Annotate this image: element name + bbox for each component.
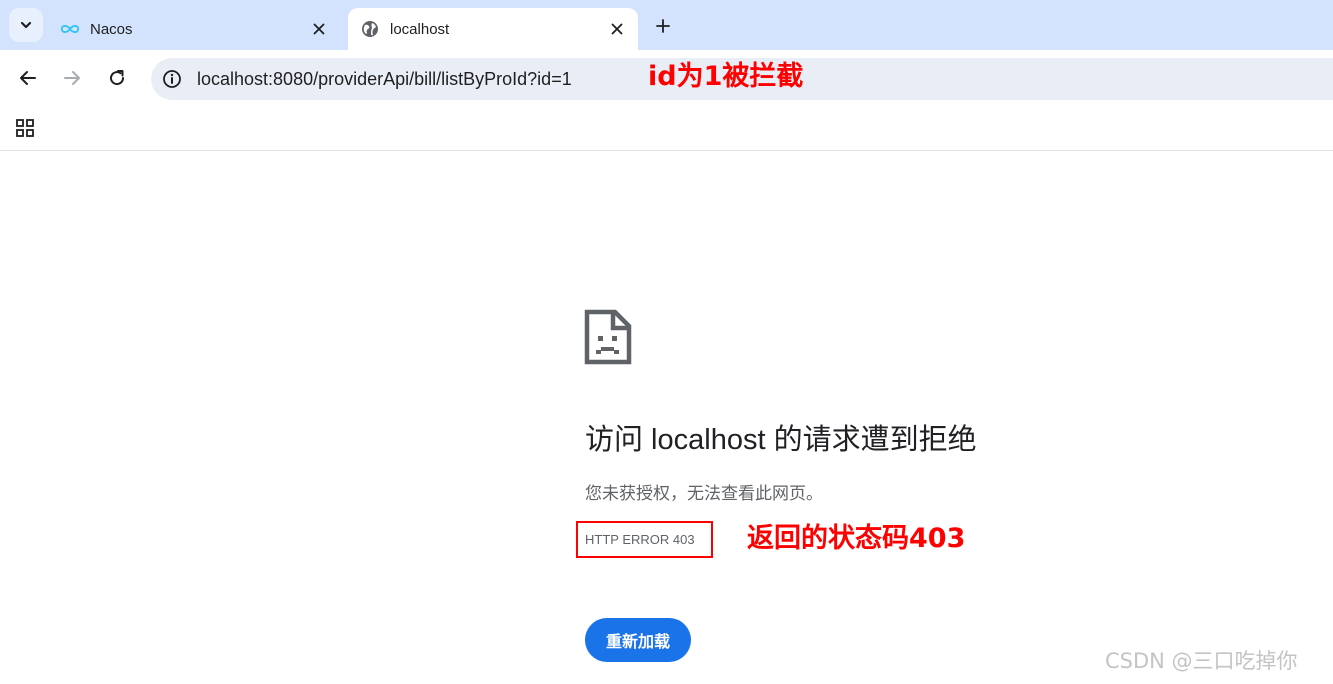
tab-title: Nacos [90,20,133,38]
tab-search-button[interactable] [9,8,43,42]
arrow-left-icon [20,71,36,85]
watermark: CSDN @三口吃掉你 [1105,649,1298,673]
tab-nacos[interactable]: Nacos [48,8,340,50]
close-icon [313,23,325,35]
arrow-right-icon [64,71,80,85]
apps-grid-icon [16,119,34,137]
error-description: 您未获授权，无法查看此网页。 [585,484,823,503]
forward-button[interactable] [57,63,87,93]
back-button[interactable] [13,63,43,93]
globe-icon [360,19,380,39]
sad-page-icon [584,309,632,365]
url-annotation: id为1被拦截 [648,61,804,92]
plus-icon [656,19,670,33]
tab-close-button[interactable] [606,18,628,40]
bookmarks-bar [0,108,1333,151]
status-annotation: 返回的状态码403 [747,523,966,554]
nacos-infinity-icon [60,19,80,39]
tab-close-button[interactable] [308,18,330,40]
reload-icon [110,70,125,86]
tab-strip: Nacos localhost [0,0,1333,50]
reload-page-button[interactable]: 重新加载 [585,618,691,662]
tab-title: localhost [390,20,450,38]
site-info-icon[interactable] [161,68,183,90]
page-title: 访问 localhost 的请求遭到拒绝 [585,424,977,456]
chevron-down-icon [20,21,32,29]
new-tab-button[interactable] [650,13,676,39]
reload-button[interactable] [102,63,132,93]
error-code: HTTP ERROR 403 [585,532,695,547]
tab-localhost[interactable]: localhost [348,8,638,50]
apps-button[interactable] [12,115,38,141]
url-text: localhost:8080/providerApi/bill/listByPr… [197,69,572,89]
close-icon [611,23,623,35]
